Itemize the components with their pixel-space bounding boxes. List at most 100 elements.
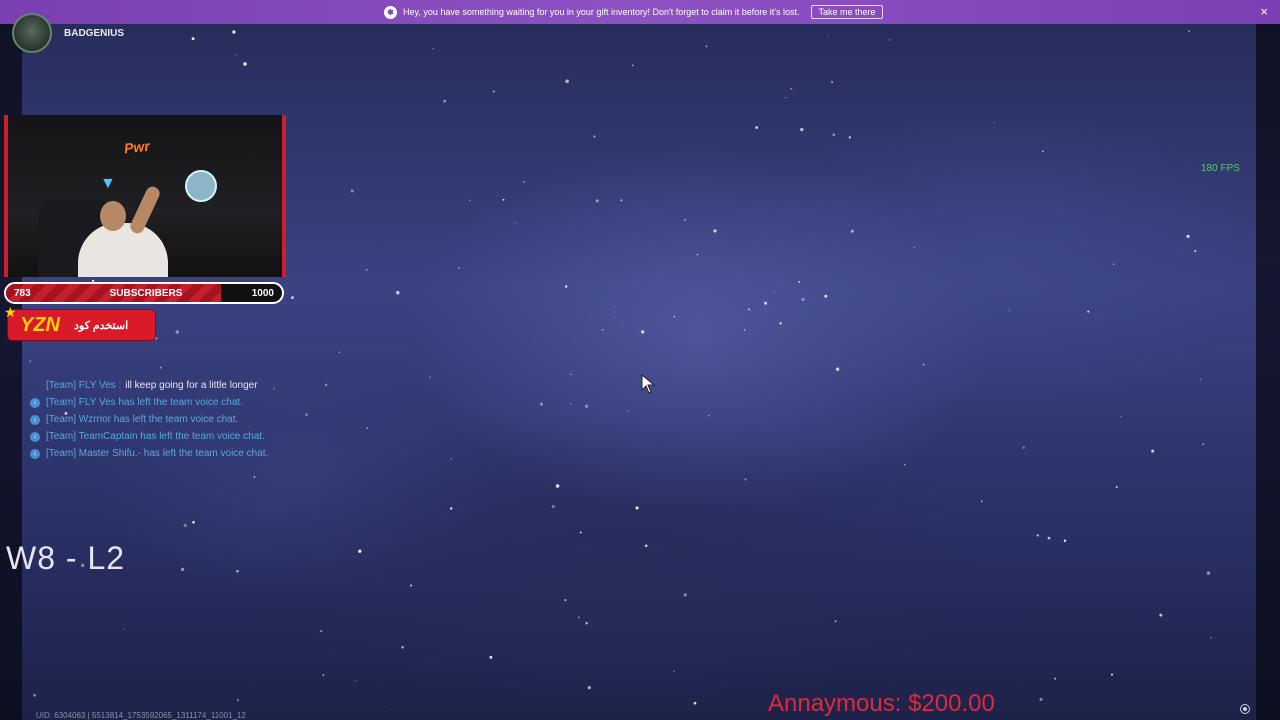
star: [612, 311, 614, 313]
star: [1210, 636, 1212, 639]
star: [388, 708, 390, 710]
star: [236, 699, 239, 702]
star: [834, 620, 837, 623]
star: [1186, 234, 1190, 239]
chat-system-text: [Team] TeamCaptain has left the team voi…: [46, 431, 265, 442]
star: [903, 463, 906, 466]
star: [713, 229, 717, 233]
voice-leave-icon: ↓: [30, 397, 40, 408]
star: [584, 404, 589, 408]
chat-system-message: ↓ [Team] FLY Ves has left the team voice…: [30, 394, 268, 411]
star: [1202, 443, 1205, 446]
star: [922, 363, 925, 366]
chat-system-text: [Team] FLY Ves has left the team voice c…: [46, 397, 243, 408]
star: [673, 316, 675, 318]
star: [565, 285, 568, 288]
chat-system-message: ↓ [Team] Master Shifu.- has left the tea…: [30, 445, 268, 462]
star: [748, 308, 750, 311]
star: [123, 628, 125, 630]
creator-code: YZN: [20, 313, 60, 336]
star: [832, 133, 836, 137]
star: [338, 351, 340, 354]
star: [235, 54, 237, 57]
fps-counter: 180 FPS: [1201, 163, 1240, 174]
star: [180, 567, 185, 572]
star: [764, 301, 768, 305]
star: [366, 427, 368, 429]
star: [565, 79, 569, 84]
star: [1054, 677, 1057, 680]
chat-text: ill keep going for a little longer: [125, 380, 258, 391]
mouse-cursor-icon: [641, 374, 656, 394]
star: [577, 616, 580, 619]
star: [540, 402, 543, 406]
star: [743, 329, 746, 331]
star: [324, 383, 328, 387]
gift-notification-bar: ✱ Hey, you have something waiting for yo…: [0, 0, 1280, 24]
star: [595, 199, 599, 203]
star: [800, 127, 804, 132]
star: [1206, 571, 1211, 575]
star: [673, 670, 675, 672]
take-me-there-button[interactable]: Take me there: [811, 5, 883, 19]
chat-message: [Team] FLY Ves : ill keep going for a li…: [30, 377, 268, 394]
chat-system-message: ↓ [Team] TeamCaptain has left the team v…: [30, 428, 268, 445]
creator-code-text: استخدم كود: [74, 319, 129, 332]
star: [635, 506, 639, 510]
star: [620, 199, 623, 202]
gift-icon: ✱: [384, 5, 397, 19]
team-logo-icon: ▼: [100, 175, 116, 192]
star: [1111, 673, 1113, 676]
star: [305, 413, 308, 416]
target-icon[interactable]: [1240, 704, 1250, 714]
star: [585, 621, 588, 625]
star: [835, 367, 840, 371]
star: [1112, 263, 1115, 266]
subscriber-goal: 1000: [251, 288, 274, 299]
star: [1063, 539, 1067, 542]
star: [564, 599, 567, 602]
close-icon[interactable]: ×: [1260, 5, 1268, 18]
uid-watermark: UID: 6304063 | 5513814_1753592065_131117…: [36, 711, 246, 720]
star: [243, 62, 247, 66]
star: [354, 679, 356, 681]
star: [432, 48, 434, 50]
star: [450, 458, 452, 460]
star: [798, 281, 801, 283]
star: [850, 229, 854, 233]
star: [273, 387, 276, 390]
star: [848, 136, 852, 139]
star: [401, 645, 404, 649]
voice-leave-icon: ↓: [30, 431, 40, 442]
star: [913, 247, 915, 249]
star: [1008, 309, 1010, 311]
star: [587, 685, 591, 690]
star: [888, 39, 891, 41]
star: [993, 122, 996, 124]
star: [644, 544, 648, 548]
star: [175, 330, 180, 334]
chat-system-text: [Team] Wzrrior has left the team voice c…: [46, 414, 239, 425]
star: [1039, 697, 1043, 701]
star: [429, 376, 431, 378]
star: [641, 330, 645, 334]
star: [320, 630, 323, 633]
star: [1120, 415, 1122, 418]
star: [33, 693, 36, 697]
star: [683, 218, 686, 221]
star: [468, 199, 471, 202]
star: [489, 655, 493, 659]
star: [627, 410, 629, 412]
star: [693, 701, 697, 705]
star: [555, 484, 560, 488]
star: [232, 30, 236, 34]
chat-spacer: [30, 381, 40, 391]
voice-leave-icon: ↓: [30, 448, 40, 459]
star: [183, 523, 187, 528]
creator-code-badge: ★ YZN استخدم كود: [4, 304, 155, 340]
star: [522, 180, 526, 183]
chat-system-text: [Team] Master Shifu.- has left the team …: [46, 448, 269, 459]
star: [358, 549, 362, 553]
right-screen-edge: [1256, 24, 1280, 720]
star: [502, 198, 505, 201]
